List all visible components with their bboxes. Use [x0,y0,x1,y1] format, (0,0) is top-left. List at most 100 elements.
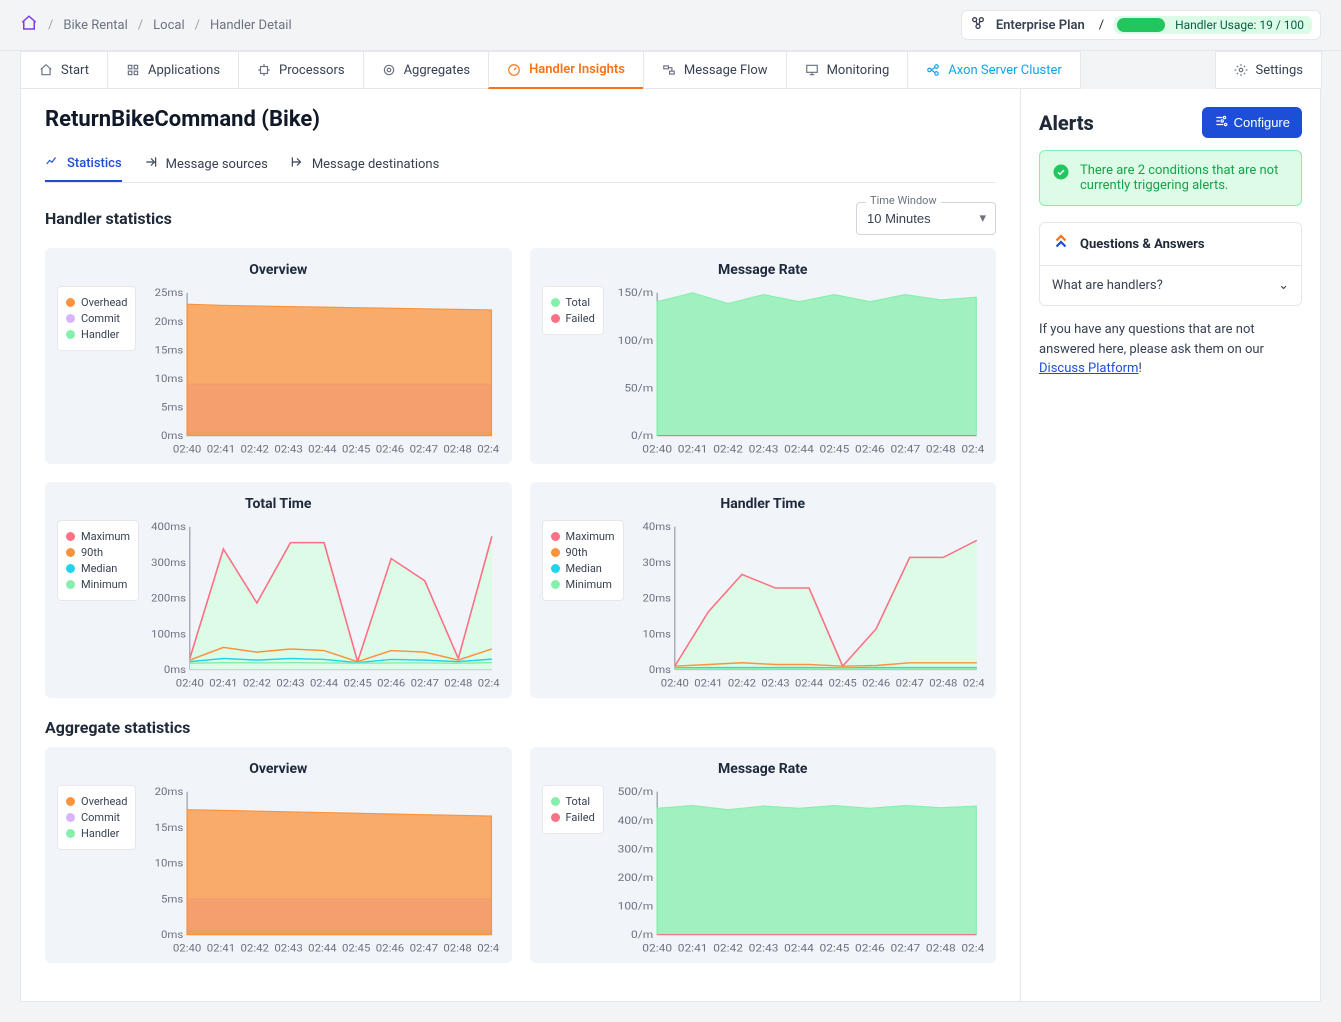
note-post: ! [1138,361,1141,376]
usage-progress [1117,18,1165,32]
qa-icon [1052,233,1070,255]
aggregate-section-title: Aggregate statistics [45,718,996,737]
svg-text:02:47: 02:47 [410,443,438,455]
flow-icon [662,63,676,77]
svg-text:02:42: 02:42 [243,677,271,689]
svg-text:02:46: 02:46 [376,443,404,455]
svg-text:02:46: 02:46 [376,942,404,954]
tab-applications[interactable]: Applications [107,51,239,89]
plot: 0ms100ms200ms300ms400ms02:4002:4102:4202… [147,520,499,690]
legend-item: Median [66,562,130,575]
legend-item: Commit [66,811,127,824]
svg-text:0ms: 0ms [161,430,184,442]
crumb-0[interactable]: Bike Rental [63,18,127,33]
legend-item: Maximum [551,530,615,543]
home-icon[interactable] [20,14,38,36]
svg-text:02:43: 02:43 [748,942,778,954]
svg-text:02:48: 02:48 [444,942,472,954]
tab-axon-cluster[interactable]: Axon Server Cluster [907,51,1081,89]
check-circle-icon [1052,163,1070,181]
tab-label: Handler Insights [529,62,625,77]
svg-text:400ms: 400ms [151,521,186,533]
svg-text:02:44: 02:44 [310,677,338,689]
alerts-panel: Alerts Configure There are 2 conditions … [1020,89,1320,1001]
monitor-icon [805,63,819,77]
cpu-icon [257,63,271,77]
svg-text:02:43: 02:43 [748,443,778,455]
cluster-icon [926,63,940,77]
alert-ok-text: There are 2 conditions that are not curr… [1080,163,1289,193]
qa-box: Questions & Answers What are handlers? ⌄ [1039,222,1302,306]
svg-text:02:48: 02:48 [926,443,956,455]
innertab-label: Message destinations [312,157,439,172]
innertab-sources[interactable]: Message sources [144,146,268,182]
chart-agg-msgrate: Message RateTotalFailed0/m100/m200/m300/… [530,747,997,963]
inner-tabs: Statistics Message sources Message destina… [45,146,996,183]
chart-handler-overview: OverviewOverheadCommitHandler0ms5ms10ms1… [45,248,512,464]
svg-text:100/m: 100/m [617,900,653,912]
alerts-title: Alerts [1039,111,1094,135]
qa-item[interactable]: What are handlers? ⌄ [1040,266,1301,305]
innertab-label: Message sources [166,157,268,172]
legend: OverheadCommitHandler [57,785,136,850]
svg-text:15ms: 15ms [155,344,184,356]
svg-text:02:49: 02:49 [961,942,984,954]
svg-text:02:45: 02:45 [342,942,370,954]
svg-text:10ms: 10ms [155,372,184,384]
separator-icon: / [138,18,143,33]
usage-pill: Handler Usage: 19 / 100 [1114,16,1312,34]
svg-text:02:43: 02:43 [275,942,303,954]
innertab-label: Statistics [67,156,122,171]
crumb-1[interactable]: Local [153,18,184,33]
chart-title: Handler Time [542,496,985,512]
handler-charts: OverviewOverheadCommitHandler0ms5ms10ms1… [45,248,996,698]
svg-text:02:40: 02:40 [173,443,201,455]
innertab-icon [144,155,158,173]
svg-text:0ms: 0ms [164,664,187,676]
svg-text:0ms: 0ms [161,929,184,941]
tab-processors[interactable]: Processors [238,51,364,89]
chart-title: Total Time [57,496,500,512]
chart-title: Overview [57,262,500,278]
tab-settings[interactable]: Settings [1215,51,1322,89]
legend-item: Total [551,795,595,808]
tab-label: Settings [1256,63,1303,78]
svg-text:02:44: 02:44 [784,443,814,455]
svg-text:02:48: 02:48 [929,677,957,689]
tab-label: Start [61,63,89,78]
time-window-select[interactable]: Time Window 1 Minute5 Minutes10 Minutes3… [856,202,996,235]
svg-text:02:46: 02:46 [855,443,885,455]
innertab-stats[interactable]: Statistics [45,146,122,182]
tab-handler-insights[interactable]: Handler Insights [488,51,644,89]
svg-text:02:45: 02:45 [819,443,849,455]
tab-aggregates[interactable]: Aggregates [363,51,490,89]
note-pre: If you have any questions that are not a… [1039,322,1264,357]
crumb-2[interactable]: Handler Detail [210,18,292,33]
svg-text:02:49: 02:49 [478,677,500,689]
legend: OverheadCommitHandler [57,286,136,351]
tab-message-flow[interactable]: Message Flow [643,51,787,89]
discuss-link[interactable]: Discuss Platform [1039,361,1138,376]
svg-text:25ms: 25ms [155,287,184,299]
svg-text:5ms: 5ms [161,893,184,905]
handler-section-title: Handler statistics [45,209,172,228]
tab-monitoring[interactable]: Monitoring [786,51,909,89]
svg-text:02:46: 02:46 [855,942,885,954]
svg-text:20ms: 20ms [155,786,184,798]
tab-label: Axon Server Cluster [948,63,1062,78]
configure-button[interactable]: Configure [1202,107,1302,138]
chart-title: Message Rate [542,262,985,278]
tab-start[interactable]: Start [20,51,108,89]
separator-icon: / [195,18,200,33]
svg-text:02:48: 02:48 [444,677,472,689]
chart-handler-msgrate: Message RateTotalFailed0/m50/m100/m150/m… [530,248,997,464]
breadcrumb: / Bike Rental / Local / Handler Detail [20,14,292,36]
svg-text:02:45: 02:45 [828,677,856,689]
qa-head: Questions & Answers [1040,223,1301,266]
svg-text:02:47: 02:47 [895,677,923,689]
plot: 0/m50/m100/m150/m02:4002:4102:4202:4302:… [612,286,984,456]
svg-text:02:49: 02:49 [962,677,984,689]
innertab-dests[interactable]: Message destinations [290,146,439,182]
svg-text:02:47: 02:47 [890,443,920,455]
qa-title: Questions & Answers [1080,237,1205,252]
